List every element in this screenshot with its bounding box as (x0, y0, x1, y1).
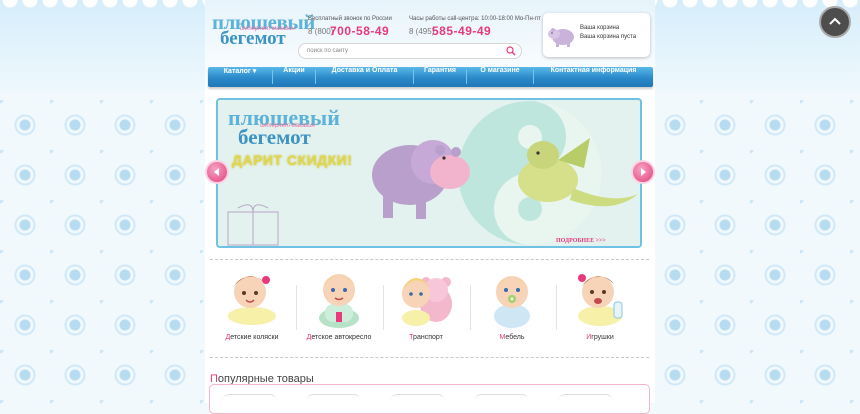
chevron-up-icon (829, 17, 841, 25)
nav-catalog-label: Каталог (223, 68, 251, 75)
baby-with-bear-icon (402, 277, 452, 326)
phone1-number[interactable]: 700-58-49 (330, 24, 389, 38)
product-card[interactable] (306, 394, 361, 409)
baby-pacifier-icon (494, 276, 530, 328)
product-card[interactable] (222, 394, 277, 409)
product-card[interactable] (390, 394, 445, 409)
nav-item-warranty[interactable]: Гарантия (414, 67, 466, 87)
cart-title: Ваша корзина (580, 25, 620, 31)
category-car-seats[interactable]: Детское автокресло (299, 268, 379, 348)
search-icon[interactable] (506, 46, 516, 56)
category-label: Транспорт (386, 334, 466, 341)
logo-line2: бегемот (220, 28, 286, 49)
product-card[interactable] (558, 394, 613, 409)
category-label: Детское автокресло (299, 334, 379, 341)
baby-bottle-icon (578, 274, 623, 326)
call-center-hours: Часы работы call-центра: 10:00-18:00 Mo-… (409, 16, 541, 22)
slider-prev-button[interactable] (205, 160, 229, 184)
phone2-code: 8 (495) (409, 27, 435, 36)
scroll-top-button[interactable] (819, 6, 851, 38)
nav-item-promotions[interactable]: Акции (273, 67, 315, 87)
promo-slider[interactable]: плюшевый интернет-магазин бегемот ДАРИТ … (216, 98, 642, 248)
category-divider (296, 285, 297, 330)
category-divider (470, 285, 471, 330)
cart-widget[interactable]: Ваша корзина Ваша корзина пуста (543, 13, 650, 57)
chevron-right-icon (641, 168, 646, 176)
nav-item-delivery[interactable]: Доставка и Оплата (316, 67, 413, 87)
main-nav: Каталог ▾ Акции Доставка и Оплата Гарант… (208, 67, 653, 87)
category-strollers[interactable]: Детские коляски (212, 268, 292, 348)
category-label-rest: грушки (591, 334, 614, 341)
slide-logo-line2: бегемот (238, 125, 311, 149)
category-divider (383, 285, 384, 330)
category-divider (556, 285, 557, 330)
nav-item-contacts[interactable]: Контактная информация (534, 67, 653, 87)
category-label-rest: етские коляски (230, 334, 279, 341)
nav-item-about[interactable]: О магазине (467, 67, 533, 87)
nav-item-catalog[interactable]: Каталог ▾ (208, 67, 272, 87)
hippo-cart-icon (548, 28, 574, 47)
category-label-rest: етское автокресло (311, 334, 372, 341)
divider (210, 357, 649, 358)
category-label-rest: ебель (505, 334, 525, 341)
category-label: Мебель (472, 334, 552, 341)
cart-status: Ваша корзина пуста (580, 34, 637, 40)
category-furniture[interactable]: Мебель (472, 268, 552, 348)
slide-more-link[interactable]: ПОДРОБНЕЕ >>> (556, 238, 606, 244)
baby-sitting-icon (319, 274, 359, 328)
baby-crawling-icon (228, 276, 276, 325)
slider-next-button[interactable] (631, 160, 655, 184)
slide-promo-text: ДАРИТ СКИДКИ! (232, 152, 353, 168)
chevron-left-icon (214, 168, 219, 176)
search-box (298, 43, 522, 59)
chevron-down-icon: ▾ (252, 68, 257, 75)
site-logo[interactable]: плюшевый интернет-магазин бегемот (212, 12, 315, 49)
category-toys[interactable]: Игрушки (560, 268, 640, 348)
phone2-number[interactable]: 585-49-49 (432, 24, 491, 38)
free-call-label: Бесплатный звонок по России (308, 16, 392, 22)
divider (210, 259, 649, 260)
category-label-rest: ранспорт (413, 334, 443, 341)
product-card[interactable] (474, 394, 529, 409)
category-label: Детские коляски (212, 334, 292, 341)
category-label: Игрушки (560, 334, 640, 341)
search-input[interactable] (307, 44, 497, 58)
category-transport[interactable]: Транспорт (386, 268, 466, 348)
